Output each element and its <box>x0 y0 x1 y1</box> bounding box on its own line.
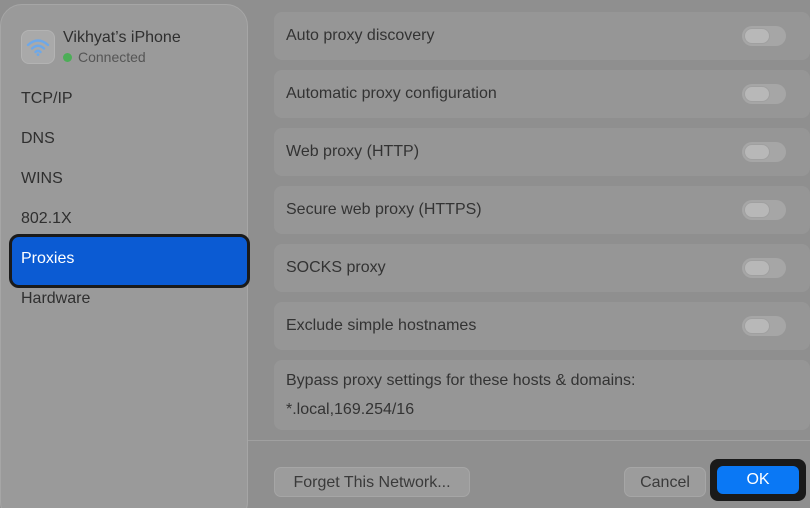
socks-proxy-toggle[interactable] <box>742 258 786 278</box>
network-status-label: Connected <box>78 49 146 65</box>
ok-button[interactable]: OK <box>717 466 799 494</box>
network-status: Connected <box>63 49 181 65</box>
sidebar-item-label: Hardware <box>21 290 91 307</box>
sidebar-item-tcpip[interactable]: TCP/IP <box>1 79 249 119</box>
sidebar-item-label: WINS <box>21 170 63 187</box>
proxy-row-exclude-hostnames: Exclude simple hostnames <box>274 302 810 350</box>
proxy-row-label: Exclude simple hostnames <box>286 317 477 334</box>
sidebar: Vikhyat’s iPhone Connected TCP/IP DNS WI… <box>0 4 250 508</box>
toggle-knob <box>744 144 770 160</box>
status-dot-icon <box>63 52 72 62</box>
sidebar-item-label: 802.1X <box>21 210 72 227</box>
network-header: Vikhyat’s iPhone Connected <box>21 29 181 65</box>
sidebar-item-label: TCP/IP <box>21 90 73 107</box>
ok-button-highlight: OK <box>710 459 806 501</box>
proxy-row-secure-https: Secure web proxy (HTTPS) <box>274 186 810 234</box>
proxy-row-label: SOCKS proxy <box>286 259 386 276</box>
proxy-row-label: Automatic proxy configuration <box>286 85 497 102</box>
sidebar-item-label: Proxies <box>21 250 75 267</box>
toggle-knob <box>744 86 770 102</box>
secure-web-proxy-https-toggle[interactable] <box>742 200 786 220</box>
sidebar-item-wins[interactable]: WINS <box>1 159 249 199</box>
cancel-button[interactable]: Cancel <box>624 467 706 497</box>
footer-divider <box>248 440 810 441</box>
sidebar-nav: TCP/IP DNS WINS 802.1X Proxies Hardware <box>1 79 250 319</box>
proxy-row-label: Auto proxy discovery <box>286 27 435 44</box>
sidebar-item-proxies[interactable]: Proxies <box>1 234 250 288</box>
proxies-panel: Auto proxy discovery Automatic proxy con… <box>274 12 810 430</box>
sidebar-item-8021x[interactable]: 802.1X <box>1 199 249 239</box>
sidebar-item-dns[interactable]: DNS <box>1 119 249 159</box>
toggle-knob <box>744 202 770 218</box>
wifi-icon <box>21 30 55 64</box>
bypass-hosts-field[interactable]: *.local,169.254/16 <box>286 400 798 420</box>
proxy-row-web-http: Web proxy (HTTP) <box>274 128 810 176</box>
bypass-section: Bypass proxy settings for these hosts & … <box>274 360 810 430</box>
bypass-label: Bypass proxy settings for these hosts & … <box>286 372 636 389</box>
toggle-knob <box>744 260 770 276</box>
web-proxy-http-toggle[interactable] <box>742 142 786 162</box>
toggle-knob <box>744 28 770 44</box>
proxy-row-label: Secure web proxy (HTTPS) <box>286 201 482 218</box>
network-name: Vikhyat’s iPhone <box>63 29 181 46</box>
sidebar-item-label: DNS <box>21 130 55 147</box>
proxy-row-auto-config: Automatic proxy configuration <box>274 70 810 118</box>
exclude-simple-hostnames-toggle[interactable] <box>742 316 786 336</box>
forget-network-button[interactable]: Forget This Network... <box>274 467 470 497</box>
auto-proxy-discovery-toggle[interactable] <box>742 26 786 46</box>
proxy-row-auto-discovery: Auto proxy discovery <box>274 12 810 60</box>
toggle-knob <box>744 318 770 334</box>
proxy-row-socks: SOCKS proxy <box>274 244 810 292</box>
proxy-row-label: Web proxy (HTTP) <box>286 143 420 160</box>
automatic-proxy-configuration-toggle[interactable] <box>742 84 786 104</box>
